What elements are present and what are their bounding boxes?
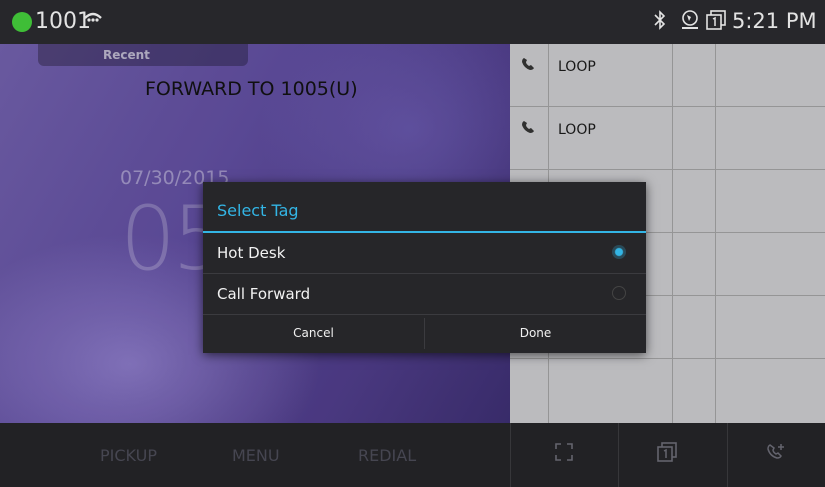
option-label: Hot Desk: [217, 244, 286, 262]
cancel-button[interactable]: Cancel: [203, 314, 424, 353]
done-button[interactable]: Done: [425, 314, 646, 353]
select-tag-dialog: Select Tag Hot Desk Call Forward Cancel …: [203, 182, 646, 353]
radio-selected-icon[interactable]: [612, 245, 626, 259]
radio-unselected-icon[interactable]: [612, 286, 626, 300]
option-label: Call Forward: [217, 285, 311, 303]
dialog-button-bar: Cancel Done: [203, 314, 646, 353]
option-hot-desk[interactable]: Hot Desk: [203, 233, 646, 274]
option-call-forward[interactable]: Call Forward: [203, 274, 646, 315]
dialog-title: Select Tag: [217, 201, 299, 220]
